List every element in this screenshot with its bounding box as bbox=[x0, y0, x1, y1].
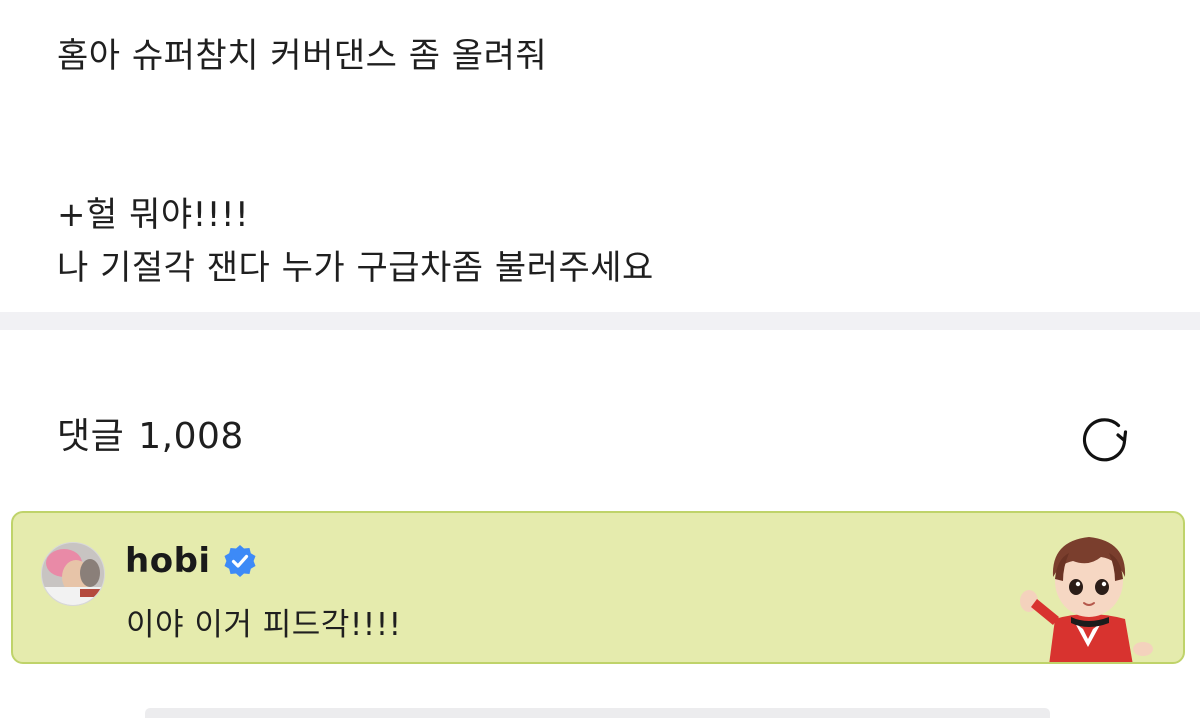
comments-header: 댓글 1,008 bbox=[57, 412, 244, 462]
character-sticker-icon bbox=[1020, 537, 1153, 662]
bottom-input-bar[interactable] bbox=[145, 708, 1050, 718]
comments-label: 댓글 bbox=[57, 416, 125, 457]
section-divider bbox=[0, 312, 1200, 330]
comments-count: 1,008 bbox=[138, 416, 244, 457]
author-row: hobi bbox=[125, 537, 257, 585]
post-body: 홈아 슈퍼참치 커버댄스 좀 올려줘 +헐 뭐야!!!! 나 기절각 잰다 누가… bbox=[57, 30, 1157, 295]
pinned-comment[interactable]: hobi 이야 이거 피드각!!!! bbox=[11, 511, 1185, 664]
refresh-button[interactable] bbox=[1077, 413, 1133, 465]
avatar[interactable] bbox=[41, 542, 105, 606]
comment-text: 이야 이거 피드각!!!! bbox=[126, 607, 402, 643]
author-name[interactable]: hobi bbox=[125, 541, 211, 581]
post-line: 홈아 슈퍼참치 커버댄스 좀 올려줘 bbox=[57, 36, 548, 76]
post-line: 나 기절각 잰다 누가 구급차좀 불러주세요 bbox=[57, 248, 654, 288]
verified-badge-icon bbox=[224, 545, 256, 577]
refresh-icon bbox=[1082, 418, 1128, 462]
post-line: +헐 뭐야!!!! bbox=[57, 195, 250, 235]
